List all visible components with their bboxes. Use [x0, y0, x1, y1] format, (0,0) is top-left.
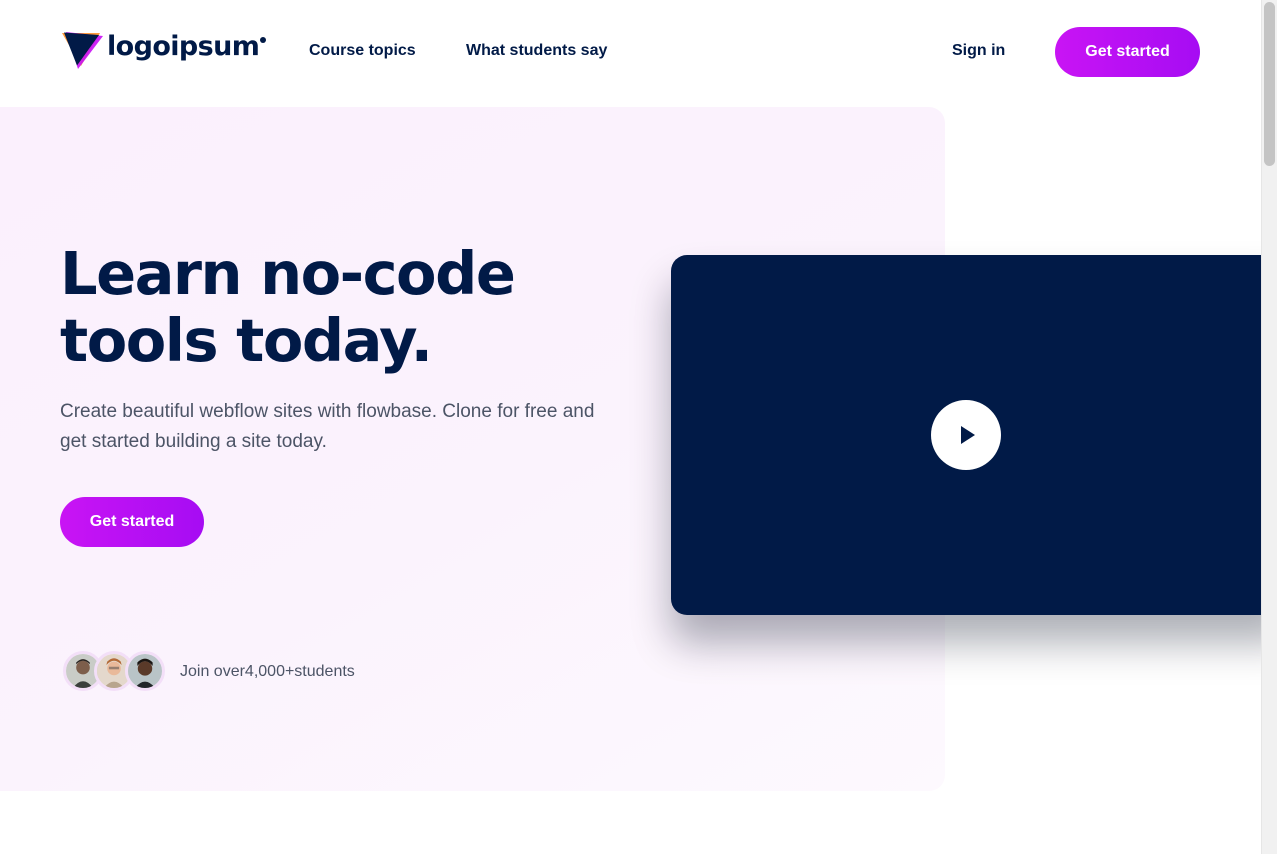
scrollbar-thumb[interactable]: [1264, 2, 1275, 166]
nav-link-what-students-say[interactable]: What students say: [466, 41, 607, 61]
hero-title: Learn no-code tools today.: [60, 240, 580, 374]
video-player[interactable]: [671, 255, 1261, 615]
sign-in-link[interactable]: Sign in: [952, 41, 1005, 61]
hero-subtitle: Create beautiful webflow sites with flow…: [60, 401, 595, 452]
get-started-nav-button[interactable]: Get started: [1055, 27, 1200, 77]
social-proof-text: Join over4,000+students: [180, 663, 355, 680]
logo-link[interactable]: logoipsum: [60, 27, 267, 71]
logo-wordmark: logoipsum: [107, 30, 267, 62]
hero-title-line-2: tools today.: [60, 306, 433, 375]
hero-title-line-1: Learn no-code: [60, 239, 516, 308]
logo-text: logoipsum: [107, 30, 260, 62]
page-scrollbar[interactable]: [1261, 0, 1277, 854]
student-avatars: [63, 651, 169, 693]
nav-link-course-topics[interactable]: Course topics: [309, 41, 416, 61]
play-button[interactable]: [931, 400, 1001, 470]
top-navigation: logoipsum Course topics What students sa…: [0, 0, 1261, 104]
student-avatar: [125, 651, 165, 691]
logo-dot: [260, 36, 267, 43]
play-icon: [961, 426, 975, 444]
get-started-hero-button[interactable]: Get started: [60, 497, 204, 547]
landing-page: logoipsum Course topics What students sa…: [0, 0, 1261, 854]
triangle-play-logo-icon: [62, 32, 103, 69]
